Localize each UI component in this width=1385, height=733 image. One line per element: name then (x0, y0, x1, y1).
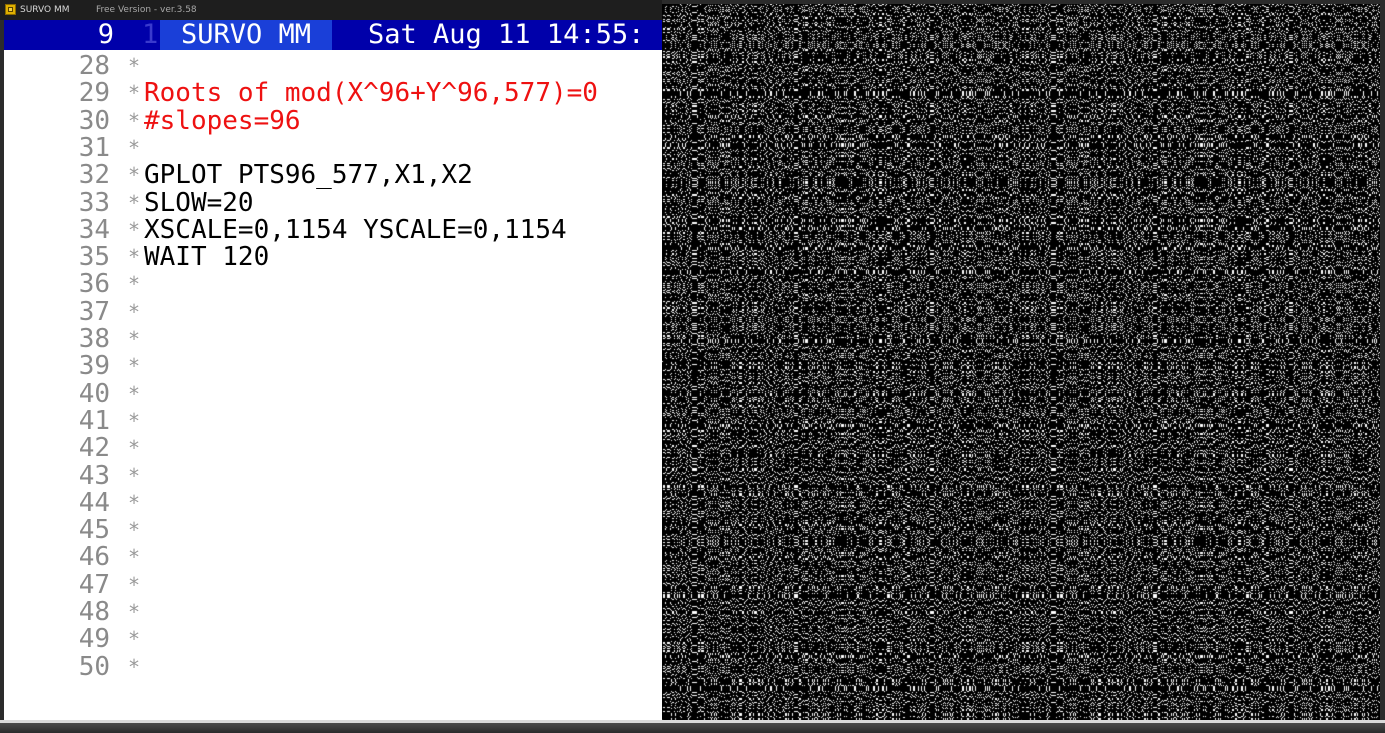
edit-line[interactable]: 47 * (4, 571, 662, 599)
window-title-bar[interactable]: SURVO MM Free Version - ver.3.58 (0, 0, 662, 20)
line-number: 43 (78, 460, 110, 491)
line-text[interactable]: XSCALE=0,1154 YSCALE=0,1154 (144, 216, 567, 244)
line-text[interactable]: SLOW=20 (144, 189, 254, 217)
control-column-mark[interactable]: * (128, 298, 140, 326)
survo-app-icon[interactable] (5, 4, 16, 15)
control-column-mark[interactable]: * (128, 571, 140, 599)
window-title: SURVO MM (20, 5, 70, 15)
line-number: 38 (78, 324, 110, 354)
edit-line[interactable]: 40 * (4, 380, 662, 408)
line-number: 46 (78, 542, 110, 573)
window-version: Free Version - ver.3.58 (96, 5, 197, 15)
line-number: 45 (78, 515, 110, 546)
line-number: 47 (78, 569, 110, 600)
line-number: 42 (78, 433, 110, 464)
line-number: 40 (78, 378, 110, 409)
line-text[interactable]: Roots of mod(X^96+Y^96,577)=0 (144, 79, 598, 107)
edit-line[interactable]: 46 * (4, 543, 662, 571)
edit-line[interactable]: 33 * SLOW=20 (4, 189, 662, 217)
edit-line[interactable]: 35 * WAIT 120 (4, 243, 662, 271)
control-column-mark[interactable]: * (128, 598, 140, 626)
control-column-mark[interactable]: * (128, 243, 140, 271)
line-number: 35 (78, 242, 110, 273)
edit-line[interactable]: 37 * (4, 298, 662, 326)
line-number: 36 (78, 269, 110, 300)
gplot-graph-window[interactable] (662, 4, 1380, 721)
edit-line[interactable]: 38 * (4, 325, 662, 353)
line-number: 50 (78, 651, 110, 682)
edit-line[interactable]: 28 * (4, 52, 662, 80)
control-column-mark[interactable]: * (128, 489, 140, 517)
line-number: 32 (78, 160, 110, 191)
line-number: 30 (78, 105, 110, 136)
edit-line[interactable]: 50 * (4, 653, 662, 681)
status-datetime: Sat Aug 11 14:55: (368, 20, 645, 50)
line-number: 48 (78, 597, 110, 627)
line-text[interactable]: GPLOT PTS96_577,X1,X2 (144, 161, 473, 189)
line-number: 29 (78, 78, 110, 109)
line-number: 49 (78, 624, 110, 655)
control-column-mark[interactable]: * (128, 516, 140, 544)
control-column-mark[interactable]: * (128, 653, 140, 681)
line-number: 44 (78, 487, 110, 518)
edit-line[interactable]: 30 * #slopes=96 (4, 107, 662, 135)
edit-line[interactable]: 29 * Roots of mod(X^96+Y^96,577)=0 (4, 79, 662, 107)
edit-line[interactable]: 34 * XSCALE=0,1154 YSCALE=0,1154 (4, 216, 662, 244)
edit-line[interactable]: 39 * (4, 352, 662, 380)
edit-line[interactable]: 31 * (4, 134, 662, 162)
window-bottom-frame (0, 720, 1385, 733)
edit-line[interactable]: 36 * (4, 270, 662, 298)
line-number: 39 (78, 351, 110, 382)
line-number: 37 (78, 296, 110, 327)
edit-line[interactable]: 48 * (4, 598, 662, 626)
control-column-mark[interactable]: * (128, 325, 140, 353)
edit-line[interactable]: 44 * (4, 489, 662, 517)
root-points-raster (662, 4, 1380, 721)
edit-line[interactable]: 43 * (4, 462, 662, 490)
control-column-mark[interactable]: * (128, 161, 140, 189)
line-text[interactable]: WAIT 120 (144, 243, 269, 271)
edit-field[interactable]: 28 * 29 * Roots of mod(X^96+Y^96,577)=0 30 * #s… (4, 50, 662, 720)
edit-line[interactable]: 41 * (4, 407, 662, 435)
status-app-name: SURVO MM (160, 20, 332, 50)
line-number: 34 (78, 214, 110, 245)
control-column-mark[interactable]: * (128, 270, 140, 298)
control-column-mark[interactable]: * (128, 625, 140, 653)
control-column-mark[interactable]: * (128, 462, 140, 490)
roots-scatter-plot (662, 4, 1380, 721)
edit-line[interactable]: 32 * GPLOT PTS96_577,X1,X2 (4, 161, 662, 189)
survo-mm-app: SURVO MM Free Version - ver.3.58 9 1 SUR… (0, 0, 1385, 733)
control-column-mark[interactable]: * (128, 434, 140, 462)
line-number: 33 (78, 187, 110, 218)
status-bar: 9 1 SURVO MM Sat Aug 11 14:55: (4, 20, 662, 50)
control-column-mark[interactable]: * (128, 79, 140, 107)
control-column-mark[interactable]: * (128, 380, 140, 408)
control-column-mark[interactable]: * (128, 189, 140, 217)
control-column-mark[interactable]: * (128, 543, 140, 571)
control-column-mark[interactable]: * (128, 352, 140, 380)
control-column-mark[interactable]: * (128, 52, 140, 80)
edit-line[interactable]: 45 * (4, 516, 662, 544)
control-column-mark[interactable]: * (128, 107, 140, 135)
line-text[interactable]: #slopes=96 (144, 107, 301, 135)
line-number: 28 (78, 51, 110, 81)
control-column-mark[interactable]: * (128, 407, 140, 435)
edit-line[interactable]: 42 * (4, 434, 662, 462)
status-line-number: 9 (97, 20, 114, 50)
edit-line[interactable]: 49 * (4, 625, 662, 653)
line-number: 31 (78, 132, 110, 163)
control-column-mark[interactable]: * (128, 216, 140, 244)
line-number: 41 (78, 405, 110, 436)
control-column-mark[interactable]: * (128, 134, 140, 162)
status-cursor-mark: 1 (142, 20, 159, 50)
